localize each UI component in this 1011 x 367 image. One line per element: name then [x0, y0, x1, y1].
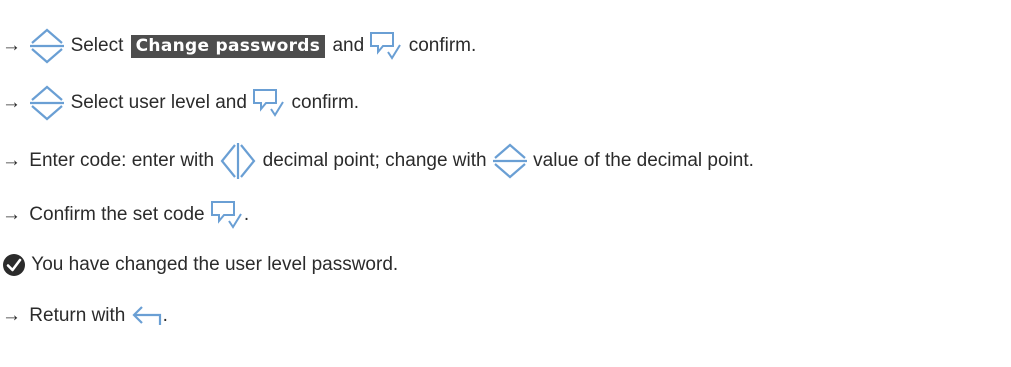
step-text: Enter code: enter with	[29, 150, 215, 171]
step-text: and	[332, 35, 365, 56]
step-text: Select	[70, 35, 124, 56]
step-arrow: →	[2, 204, 21, 225]
step-text: .	[162, 305, 168, 326]
step-text: confirm.	[291, 92, 360, 113]
result-message: You have changed the user level password…	[2, 253, 398, 277]
confirm-icon	[253, 89, 285, 117]
step-arrow: →	[2, 150, 21, 171]
step-text: Select user level and	[70, 92, 247, 113]
confirm-icon	[370, 32, 402, 60]
step-text: Confirm the set code	[29, 204, 205, 225]
step-text: Return with	[29, 305, 126, 326]
left-right-arrows-icon	[220, 143, 256, 179]
back-icon	[132, 306, 161, 325]
step-text: .	[243, 204, 250, 225]
step-text: value of the decimal point.	[533, 150, 754, 171]
step-text: decimal point; change with	[262, 150, 487, 171]
step-arrow: →	[2, 305, 21, 326]
up-down-arrows-icon	[492, 143, 527, 179]
result-text: You have changed the user level password…	[31, 254, 399, 275]
instruction-step-2: → Select user level and confirm.	[2, 83, 359, 123]
instruction-step-3: → Enter code: enter with decimal point; …	[2, 141, 754, 181]
check-circle-icon	[3, 254, 25, 276]
step-arrow: →	[2, 35, 21, 56]
step-arrow: →	[2, 92, 21, 113]
instruction-step-4: → Confirm the set code .	[2, 199, 249, 231]
confirm-icon	[210, 201, 242, 229]
instruction-step-1: → Select Change passwords and confirm.	[2, 26, 476, 66]
up-down-arrows-icon	[30, 28, 65, 64]
menu-item-change-passwords: Change passwords	[130, 35, 326, 58]
instruction-step-6: → Return with .	[2, 303, 168, 329]
step-text: confirm.	[408, 35, 477, 56]
up-down-arrows-icon	[30, 85, 65, 121]
